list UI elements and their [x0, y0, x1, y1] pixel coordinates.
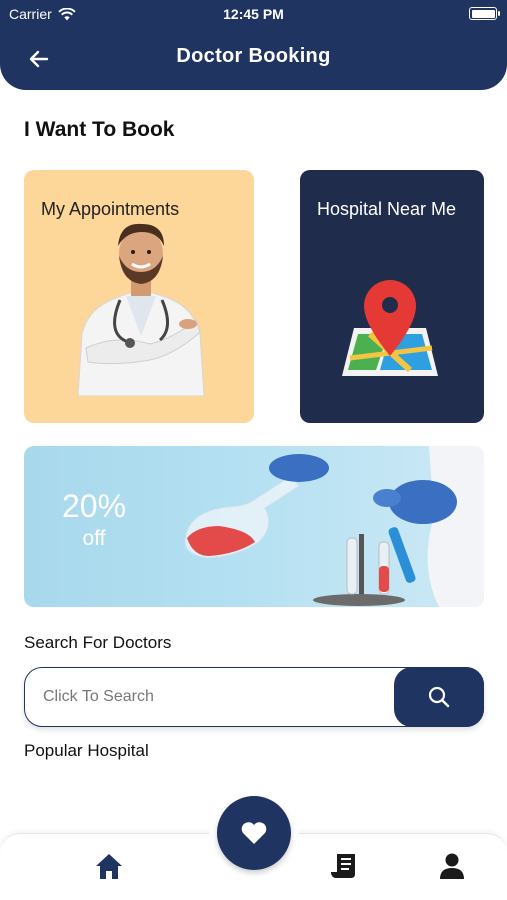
profile-icon [440, 853, 464, 879]
hospital-near-me-label: Hospital Near Me [317, 199, 457, 219]
search-heading: Search For Doctors [24, 633, 172, 652]
status-time: 12:45 PM [223, 6, 284, 22]
offer-label: off [82, 527, 106, 550]
my-appointments-card[interactable]: My Appointments [24, 170, 254, 423]
search-button[interactable] [394, 667, 484, 727]
nav-records[interactable] [324, 848, 364, 884]
offer-banner[interactable]: 20% off [24, 446, 484, 607]
page-title: Doctor Booking [176, 45, 331, 67]
search-bar [24, 667, 484, 727]
search-icon [428, 686, 450, 708]
heart-icon [241, 822, 267, 844]
lab-flask-illustration [184, 446, 484, 607]
home-icon [96, 854, 122, 879]
records-icon [331, 854, 355, 878]
offer-text: 20% off [44, 488, 144, 551]
nav-home[interactable] [89, 848, 129, 884]
search-input[interactable] [43, 683, 388, 711]
popular-hospital-heading: Popular Hospital [24, 741, 149, 760]
status-bar: Carrier 12:45 PM [0, 0, 507, 28]
doctor-illustration [77, 223, 205, 396]
battery-icon [469, 7, 500, 20]
app-header: Carrier 12:45 PM Doctor Booking [0, 0, 507, 90]
favorites-button[interactable] [217, 796, 291, 870]
offer-percent: 20% [61, 488, 127, 524]
booking-heading: I Want To Book [24, 118, 175, 141]
hospital-near-me-card[interactable]: Hospital Near Me [300, 170, 484, 423]
nav-profile[interactable] [432, 848, 472, 884]
map-pin-icon [342, 280, 438, 376]
